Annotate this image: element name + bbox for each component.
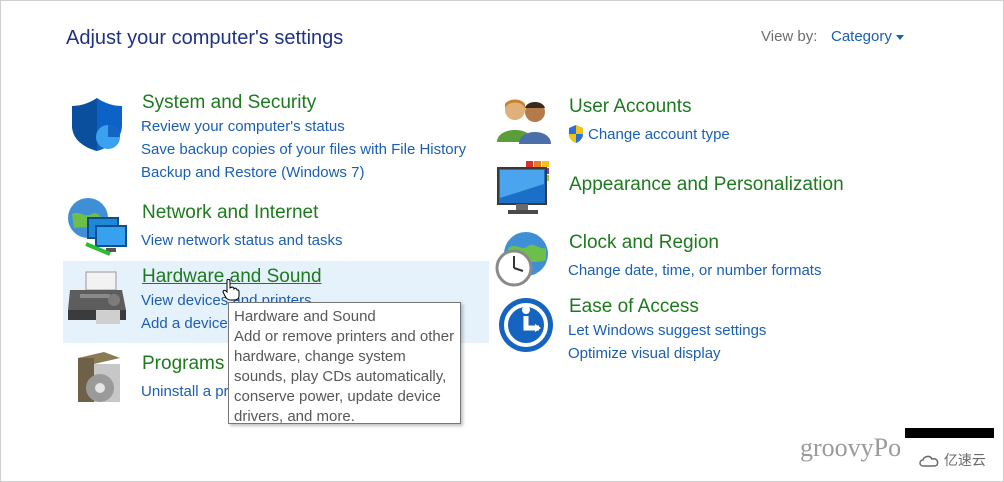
category-system-and-security[interactable]: System and Security [142,92,316,114]
link-file-history[interactable]: Save backup copies of your files with Fi… [141,141,466,158]
link-change-formats[interactable]: Change date, time, or number formats [568,262,821,279]
link-add-device[interactable]: Add a device [141,315,228,332]
watermark-text: groovyPo [800,433,902,462]
view-by-dropdown[interactable]: Category [831,28,904,45]
tooltip-title: Hardware and Sound [234,308,376,325]
link-optimize-display[interactable]: Optimize visual display [568,345,721,362]
uac-shield-icon [569,125,583,143]
shield-icon [72,98,122,151]
category-ease-of-access[interactable]: Ease of Access [569,296,699,318]
network-globe-icon [68,198,127,256]
watermark-brand-text: 亿速云 [943,452,986,468]
cloud-logo-icon [919,456,939,468]
caret-down-icon [895,34,904,40]
tooltip-body: Add or remove printers and other hardwar… [234,328,455,425]
view-by-value: Category [831,28,892,45]
watermark-brand: 亿速云 [918,450,986,470]
link-change-account-type[interactable]: Change account type [588,126,730,143]
category-clock-and-region[interactable]: Clock and Region [569,232,719,254]
link-backup-restore[interactable]: Backup and Restore (Windows 7) [141,164,364,181]
clock-globe-icon [495,232,548,287]
printer-icon [68,271,126,324]
link-review-status[interactable]: Review your computer's status [141,118,345,135]
link-windows-suggest[interactable]: Let Windows suggest settings [568,322,766,339]
category-appearance-and-personalization[interactable]: Appearance and Personalization [569,174,844,196]
programs-disc-icon [78,352,120,402]
link-network-status[interactable]: View network status and tasks [141,232,343,249]
view-by-label: View by: [761,28,818,45]
hand-cursor-icon [222,279,240,301]
category-network-and-internet[interactable]: Network and Internet [142,202,318,224]
ease-of-access-icon [499,298,553,352]
redaction-block [905,428,994,438]
users-icon [497,99,551,144]
monitor-palette-icon [497,160,552,214]
category-programs[interactable]: Programs [142,353,224,375]
page-title: Adjust your computer's settings [66,27,344,49]
hardware-sound-tooltip: Hardware and Sound Add or remove printer… [228,302,461,425]
category-user-accounts[interactable]: User Accounts [569,96,692,118]
